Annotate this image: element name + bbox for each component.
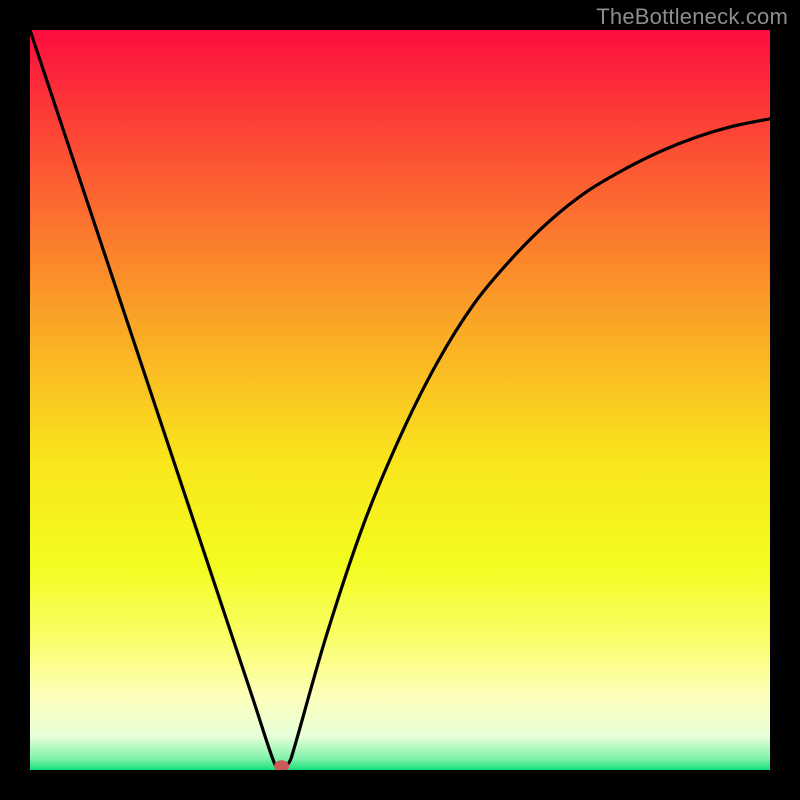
attribution-label: TheBottleneck.com bbox=[596, 4, 788, 30]
gradient-background bbox=[30, 30, 770, 770]
bottleneck-plot bbox=[30, 30, 770, 770]
plot-area bbox=[30, 30, 770, 770]
chart-frame: TheBottleneck.com bbox=[0, 0, 800, 800]
